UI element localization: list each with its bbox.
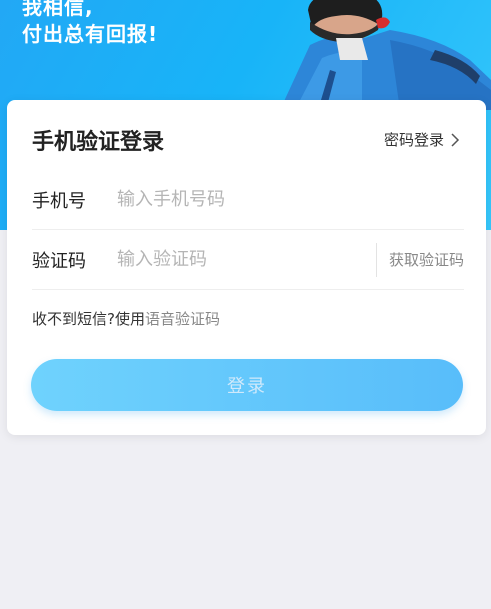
sms-hint-text: 收不到短信?使用 — [32, 310, 145, 328]
login-button[interactable]: 登录 — [31, 359, 463, 411]
login-card: 手机验证登录 密码登录 手机号 验证码 获取验证码 收不到短信?使用语音验证码 … — [7, 100, 486, 435]
banner-line-2: 付出总有回报! — [22, 22, 159, 46]
banner-line-1: 我相信, — [22, 0, 94, 19]
phone-input[interactable] — [117, 179, 464, 220]
chevron-right-icon — [451, 132, 460, 147]
voice-code-link[interactable]: 语音验证码 — [145, 310, 220, 328]
code-row: 验证码 获取验证码 — [32, 230, 464, 290]
password-login-link[interactable]: 密码登录 — [384, 129, 460, 150]
sms-hint: 收不到短信?使用语音验证码 — [32, 308, 220, 329]
banner-slogan: 我相信, 付出总有回报! — [22, 0, 158, 48]
code-input[interactable] — [117, 239, 376, 280]
password-login-label: 密码登录 — [383, 131, 444, 149]
phone-label: 手机号 — [32, 190, 86, 212]
code-label: 验证码 — [32, 250, 86, 272]
code-divider — [375, 242, 377, 277]
phone-row: 手机号 — [32, 170, 464, 230]
login-title: 手机验证登录 — [32, 130, 165, 155]
get-code-button[interactable]: 获取验证码 — [389, 249, 464, 270]
courier-photo — [280, 0, 491, 110]
